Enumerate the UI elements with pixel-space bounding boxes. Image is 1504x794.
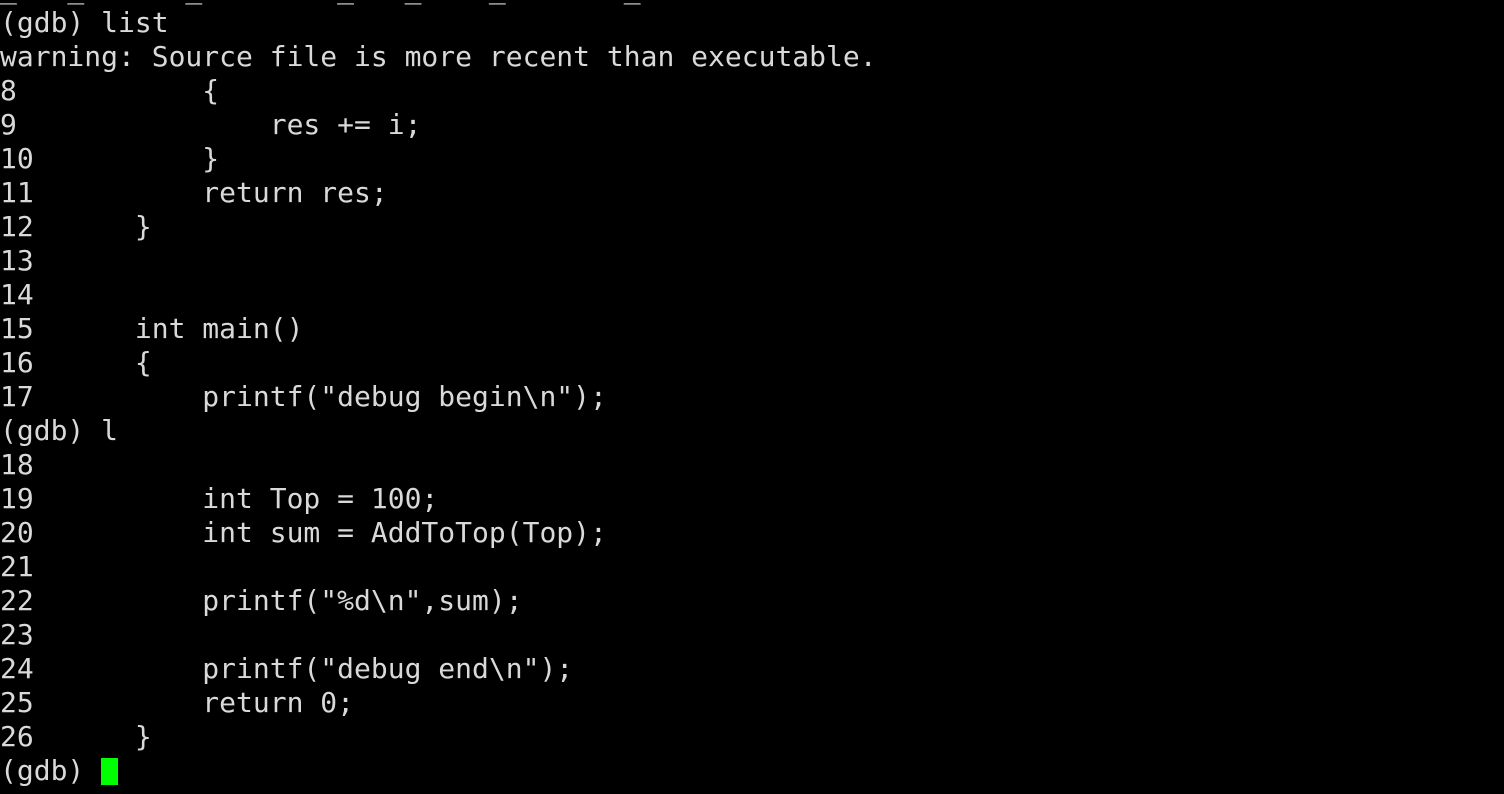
source-line-12: 12 } — [0, 210, 152, 243]
source-line-8: 8 { — [0, 74, 220, 107]
active-prompt-line[interactable]: (gdb) — [0, 754, 1504, 788]
source-line-22: 22 printf("%d\n",sum); — [0, 584, 523, 617]
text-cursor — [101, 758, 119, 785]
source-line-21: 21 — [0, 550, 34, 583]
source-line-20: 20 int sum = AddToTop(Top); — [0, 516, 607, 549]
terminal-output-area: (gdb) list warning: Source file is more r… — [0, 6, 1504, 788]
source-line-10: 10 } — [0, 142, 220, 175]
source-line-11: 11 return res; — [0, 176, 388, 209]
source-line-23: 23 — [0, 618, 34, 651]
gdb-terminal-window[interactable]: _ _ _ _ _ _ _ (gdb) listwarning: Source … — [0, 0, 1504, 794]
source-line-17: 17 printf("debug begin\n"); — [0, 380, 607, 413]
source-line-9: 9 res += i; — [0, 108, 422, 141]
source-line-18: 18 — [0, 448, 34, 481]
source-line-13: 13 — [0, 244, 34, 277]
source-line-25: 25 return 0; — [0, 686, 355, 719]
source-line-24: 24 printf("debug end\n"); — [0, 652, 574, 685]
gdb-warning-message: warning: Source file is more recent than… — [0, 40, 877, 73]
source-line-19: 19 int Top = 100; — [0, 482, 439, 515]
source-line-26: 26 } — [0, 720, 152, 753]
source-line-15: 15 int main() — [0, 312, 304, 345]
gdb-prompt-echo: (gdb) l — [0, 414, 119, 447]
source-line-16: 16 { — [0, 346, 152, 379]
source-line-14: 14 — [0, 278, 34, 311]
prompt-label: (gdb) — [0, 754, 102, 787]
gdb-prompt-echo: (gdb) list — [0, 6, 169, 39]
